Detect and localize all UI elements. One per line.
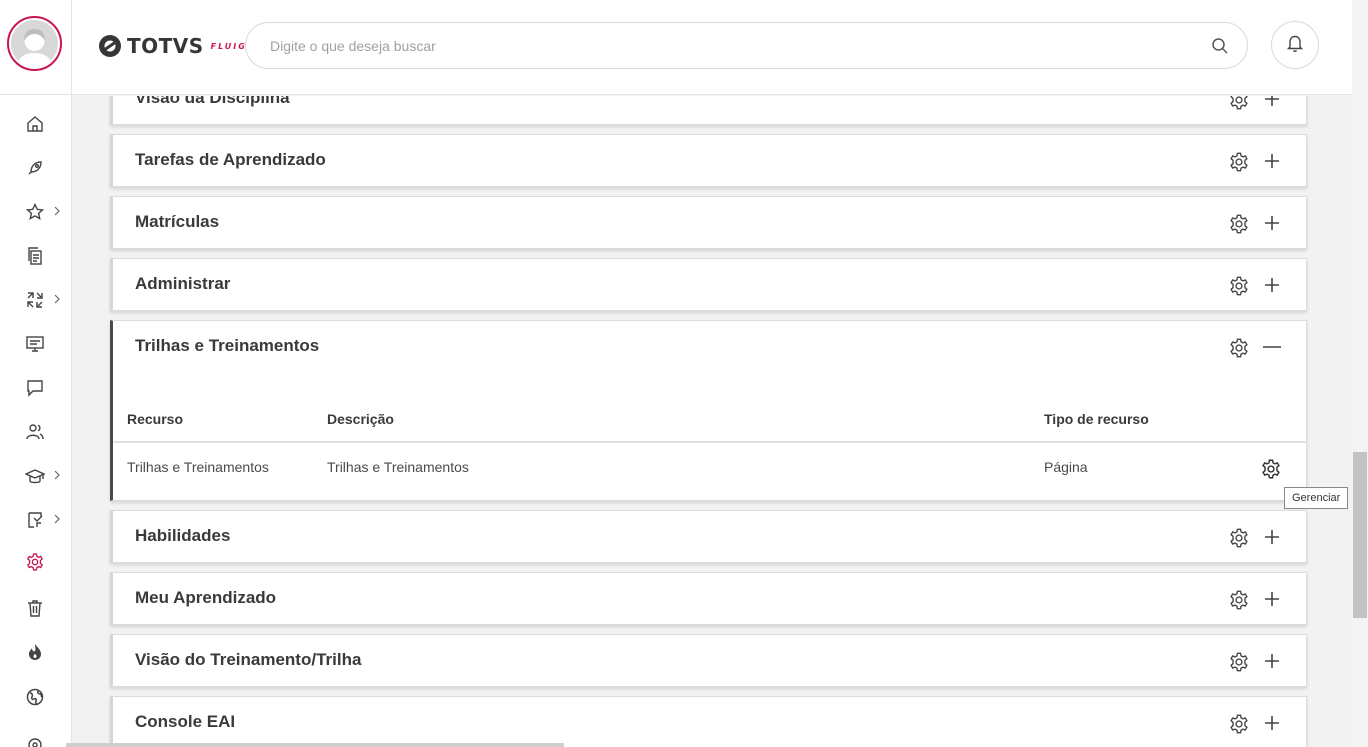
panel-administrar[interactable]: Administrar xyxy=(110,258,1307,311)
gear-icon[interactable] xyxy=(1227,712,1251,736)
documents-icon[interactable] xyxy=(22,243,48,269)
scrollbar-thumb[interactable] xyxy=(1353,452,1367,618)
gear-icon[interactable] xyxy=(1227,96,1251,112)
plus-icon[interactable] xyxy=(1260,211,1284,235)
rail-divider xyxy=(0,94,72,95)
gear-icon[interactable] xyxy=(1227,150,1251,174)
panel-title: Meu Aprendizado xyxy=(135,588,277,607)
panel-matriculas[interactable]: Matrículas xyxy=(110,196,1307,249)
settings-icon[interactable] xyxy=(22,549,48,575)
manage-gear-icon[interactable] xyxy=(1258,456,1284,482)
panel-meu-aprendizado[interactable]: Meu Aprendizado xyxy=(110,572,1307,625)
cell-descricao: Trilhas e Treinamentos xyxy=(327,459,469,475)
people-icon[interactable] xyxy=(22,419,48,445)
search-input[interactable] xyxy=(270,35,1170,57)
panel-tarefas-aprendizado[interactable]: Tarefas de Aprendizado xyxy=(110,134,1307,187)
panel-title: Console EAI xyxy=(135,712,236,731)
location-icon[interactable] xyxy=(22,732,48,747)
manage-tooltip: Gerenciar xyxy=(1284,487,1349,509)
gear-icon[interactable] xyxy=(1227,274,1251,298)
user-avatar[interactable] xyxy=(7,16,62,71)
plus-icon[interactable] xyxy=(1260,587,1284,611)
cell-recurso: Trilhas e Treinamentos xyxy=(127,459,269,475)
horizontal-scrollbar-thumb[interactable] xyxy=(66,743,564,747)
column-header-tipo: Tipo de recurso xyxy=(1044,411,1149,427)
search-icon[interactable] xyxy=(1211,37,1229,60)
rocket-icon[interactable] xyxy=(22,155,48,181)
panel-title: Visão da Disciplina xyxy=(135,96,290,107)
avatar-placeholder-icon xyxy=(11,20,58,67)
logo-subtext: FLUIG xyxy=(210,41,247,51)
minus-icon[interactable] xyxy=(1260,335,1284,359)
panel-visao-disciplina[interactable]: Visão da Disciplina xyxy=(110,96,1307,125)
star-icon[interactable] xyxy=(22,199,48,225)
chevron-right-icon[interactable] xyxy=(52,514,62,524)
panel-title: Habilidades xyxy=(135,526,231,545)
search-box[interactable] xyxy=(245,22,1248,69)
plus-icon[interactable] xyxy=(1260,149,1284,173)
panel-visao-treinamento[interactable]: Visão do Treinamento/Trilha xyxy=(110,634,1307,687)
gear-icon[interactable] xyxy=(1227,336,1251,360)
vertical-scrollbar[interactable] xyxy=(1352,0,1368,747)
panel-title: Tarefas de Aprendizado xyxy=(135,150,326,169)
panel-trilhas-treinamentos[interactable]: Trilhas e Treinamentos Recurso Descrição… xyxy=(110,320,1307,501)
plus-icon[interactable] xyxy=(1260,96,1284,111)
plus-icon[interactable] xyxy=(1260,711,1284,735)
globe-icon[interactable] xyxy=(22,684,48,710)
plus-icon[interactable] xyxy=(1260,273,1284,297)
cell-tipo: Página xyxy=(1044,459,1088,475)
bell-icon xyxy=(1285,33,1305,58)
column-header-descricao: Descrição xyxy=(327,411,394,427)
plus-icon[interactable] xyxy=(1260,649,1284,673)
table-header: Recurso Descrição Tipo de recurso xyxy=(113,374,1307,443)
top-header-bar: TOTVS FLUIG xyxy=(72,0,1352,95)
plus-icon[interactable] xyxy=(1260,525,1284,549)
process-arrows-icon[interactable] xyxy=(22,287,48,313)
left-navigation-rail xyxy=(0,0,72,747)
totvs-logo-icon xyxy=(99,35,121,57)
gear-icon[interactable] xyxy=(1227,588,1251,612)
table-row[interactable]: Trilhas e Treinamentos Trilhas e Treinam… xyxy=(113,443,1307,498)
graduation-cap-icon[interactable] xyxy=(22,463,48,489)
gear-icon[interactable] xyxy=(1227,212,1251,236)
presentation-icon[interactable] xyxy=(22,331,48,357)
panel-title: Administrar xyxy=(135,274,231,293)
main-content: Visão da Disciplina Tarefas de Aprendiza… xyxy=(72,96,1352,747)
chevron-right-icon[interactable] xyxy=(52,294,62,304)
chevron-right-icon[interactable] xyxy=(52,470,62,480)
flame-icon[interactable] xyxy=(22,639,48,665)
panel-title: Visão do Treinamento/Trilha xyxy=(135,650,362,669)
home-icon[interactable] xyxy=(22,111,48,137)
chevron-right-icon[interactable] xyxy=(52,206,62,216)
panel-console-eai[interactable]: Console EAI xyxy=(110,696,1307,747)
panel-title: Trilhas e Treinamentos xyxy=(135,336,320,355)
trash-icon[interactable] xyxy=(22,595,48,621)
notifications-button[interactable] xyxy=(1271,21,1319,69)
totvs-fluig-logo[interactable]: TOTVS FLUIG xyxy=(98,32,247,60)
task-icon[interactable] xyxy=(22,507,48,533)
column-header-recurso: Recurso xyxy=(127,411,184,427)
logo-text: TOTVS xyxy=(127,34,204,58)
chat-icon[interactable] xyxy=(22,375,48,401)
panel-habilidades[interactable]: Habilidades xyxy=(110,510,1307,563)
gear-icon[interactable] xyxy=(1227,526,1251,550)
panel-title: Matrículas xyxy=(135,212,220,231)
gear-icon[interactable] xyxy=(1227,650,1251,674)
